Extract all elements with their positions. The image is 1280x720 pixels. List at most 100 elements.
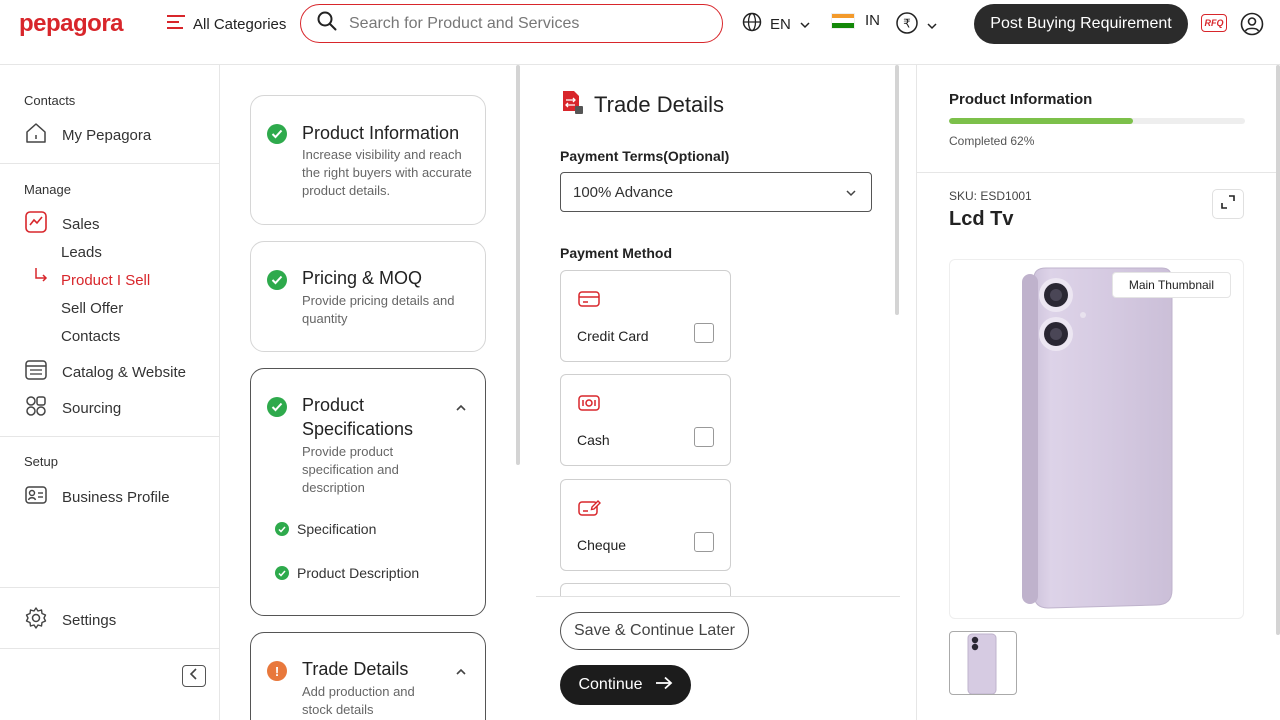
step-card-product-information[interactable]: Product Information Increase visibility … xyxy=(250,95,486,225)
sub-step-label: Product Description xyxy=(297,565,420,581)
contacts-section-label: Contacts xyxy=(24,93,76,108)
continue-button[interactable]: Continue xyxy=(560,665,691,705)
credit-card-icon xyxy=(577,289,601,314)
steps-scrollbar[interactable] xyxy=(516,65,520,465)
payment-method-label: Credit Card xyxy=(577,328,649,344)
step-title: Product Information xyxy=(302,123,460,143)
menu-icon xyxy=(167,15,185,33)
divider xyxy=(0,648,219,649)
language-label: EN xyxy=(770,15,791,33)
payment-terms-label: Payment Terms(Optional) xyxy=(560,148,730,164)
payment-method-cash[interactable]: Cash xyxy=(560,374,731,466)
divider xyxy=(917,172,1277,173)
sidebar-item-business-profile[interactable]: Business Profile xyxy=(24,483,170,511)
product-preview-panel: Product Information Completed 62% SKU: E… xyxy=(916,65,1280,720)
check-circle-icon xyxy=(267,124,287,144)
country-selector[interactable]: IN xyxy=(831,12,880,29)
sidebar-item-product-i-sell[interactable]: Product I Sell xyxy=(61,272,150,289)
step-description: Increase visibility and reach the right … xyxy=(302,147,472,198)
sourcing-icon xyxy=(24,394,48,422)
step-description: Provide pricing details and quantity xyxy=(302,293,455,326)
product-main-image[interactable]: Main Thumbnail xyxy=(949,259,1244,619)
collapse-sidebar-button[interactable] xyxy=(182,665,206,687)
sidebar-item-contacts[interactable]: Contacts xyxy=(61,328,120,345)
chevron-down-icon xyxy=(845,184,857,201)
check-circle-icon xyxy=(267,397,287,417)
globe-icon xyxy=(742,12,762,36)
sku-text: SKU: ESD1001 xyxy=(949,189,1032,203)
payment-terms-select[interactable]: 100% Advance xyxy=(560,172,872,212)
rfq-icon[interactable]: RFQ xyxy=(1201,14,1227,32)
sub-arrow-icon xyxy=(33,267,49,288)
trade-details-panel: Trade Details Payment Terms(Optional) 10… xyxy=(536,65,900,720)
expand-button[interactable] xyxy=(1212,189,1244,219)
post-buying-requirement-button[interactable]: Post Buying Requirement xyxy=(974,4,1188,44)
cheque-checkbox[interactable] xyxy=(694,532,714,552)
step-card-trade-details[interactable]: ! Trade Details Add production and stock… xyxy=(250,632,486,720)
cash-checkbox[interactable] xyxy=(694,427,714,447)
home-icon xyxy=(24,121,48,149)
currency-selector[interactable]: ₹ xyxy=(896,12,938,39)
language-selector[interactable]: EN xyxy=(742,12,811,36)
trade-scrollbar[interactable] xyxy=(895,65,899,315)
manage-section-label: Manage xyxy=(24,182,71,197)
chevron-up-icon[interactable] xyxy=(455,399,467,417)
chevron-up-icon[interactable] xyxy=(455,663,467,681)
sub-step-specification[interactable]: Specification xyxy=(275,521,376,537)
check-circle-icon xyxy=(275,522,289,536)
sidebar-item-label: Settings xyxy=(62,611,117,629)
divider xyxy=(0,436,219,437)
cash-icon xyxy=(577,393,601,418)
sidebar-item-catalog[interactable]: Catalog & Website xyxy=(24,358,186,386)
sidebar: Contacts My Pepagora Manage Sales Leads … xyxy=(0,65,220,720)
trade-document-icon xyxy=(560,89,584,121)
phone-thumbnail-image xyxy=(967,633,997,694)
search-input[interactable] xyxy=(349,14,709,33)
sidebar-item-leads[interactable]: Leads xyxy=(61,244,102,261)
sub-step-label: Specification xyxy=(297,521,377,537)
svg-text:₹: ₹ xyxy=(903,17,911,31)
payment-method-label: Payment Method xyxy=(560,245,673,261)
payment-method-more[interactable] xyxy=(560,583,731,597)
divider xyxy=(0,163,219,164)
cheque-icon xyxy=(577,498,601,523)
sales-chart-icon xyxy=(24,210,48,238)
sidebar-item-sales[interactable]: Sales xyxy=(24,210,100,238)
warning-icon: ! xyxy=(267,661,287,681)
phone-image xyxy=(1022,267,1173,609)
sidebar-item-sell-offer[interactable]: Sell Offer xyxy=(61,300,123,317)
save-continue-later-button[interactable]: Save & Continue Later xyxy=(560,612,749,650)
sub-step-product-description[interactable]: Product Description xyxy=(275,565,419,581)
sidebar-item-my-pepagora[interactable]: My Pepagora xyxy=(24,121,151,149)
step-description: Provide product specification and descri… xyxy=(302,444,399,495)
chevron-down-icon xyxy=(926,17,938,35)
product-information-title: Product Information xyxy=(949,91,1093,108)
sidebar-item-settings[interactable]: Settings xyxy=(24,606,116,634)
payment-method-label: Cheque xyxy=(577,537,627,553)
chevron-left-icon xyxy=(189,667,199,685)
payment-method-credit-card[interactable]: Credit Card xyxy=(560,270,731,362)
preview-scrollbar[interactable] xyxy=(1276,65,1280,635)
sidebar-item-label: Sales xyxy=(62,215,100,233)
gear-icon xyxy=(24,606,48,634)
sidebar-item-sourcing[interactable]: Sourcing xyxy=(24,394,121,422)
credit-card-checkbox[interactable] xyxy=(694,323,714,343)
user-account-icon[interactable] xyxy=(1240,12,1264,41)
india-flag-icon xyxy=(831,12,855,29)
all-categories-button[interactable]: All Categories xyxy=(167,12,286,36)
id-card-icon xyxy=(24,483,48,511)
sidebar-item-label: Catalog & Website xyxy=(62,363,186,381)
step-card-product-specifications[interactable]: Product Specifications Provide product s… xyxy=(250,368,486,616)
footer-divider xyxy=(536,596,900,597)
sidebar-item-label: My Pepagora xyxy=(62,126,152,144)
step-title: Product Specifications xyxy=(302,395,414,439)
main-thumbnail-badge: Main Thumbnail xyxy=(1111,272,1231,298)
chevron-down-icon xyxy=(799,16,811,33)
pepagora-logo[interactable]: pepagora xyxy=(19,10,124,38)
top-header: pepagora All Categories EN IN ₹ P xyxy=(0,0,1280,65)
step-title: Trade Details xyxy=(302,659,409,679)
progress-fill xyxy=(949,118,1133,124)
step-card-pricing-moq[interactable]: Pricing & MOQ Provide pricing details an… xyxy=(250,241,486,352)
thumbnail-image[interactable] xyxy=(949,631,1017,695)
payment-method-cheque[interactable]: Cheque xyxy=(560,479,731,571)
